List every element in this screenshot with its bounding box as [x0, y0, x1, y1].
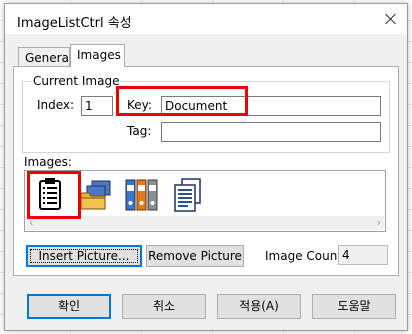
ok-label: 확인 — [57, 299, 81, 313]
help-button[interactable]: 도움말 — [312, 294, 396, 319]
image-count-field: 4 — [338, 245, 388, 265]
binders-icon — [125, 179, 158, 211]
tab-general-label: General — [25, 51, 73, 65]
image-item-3[interactable] — [122, 175, 162, 215]
image-count-label: Image Count: — [265, 249, 347, 263]
image-item-4[interactable] — [168, 175, 208, 215]
tag-label: Tag: — [127, 124, 152, 138]
insert-picture-label: Insert Picture... — [38, 249, 130, 263]
remove-picture-label: Remove Picture — [148, 249, 242, 263]
images-label: Images: — [24, 155, 72, 169]
image-item-2[interactable] — [76, 175, 116, 215]
image-highlight-box — [27, 171, 81, 219]
tab-general[interactable]: General — [18, 47, 73, 67]
tab-images[interactable]: Images — [70, 44, 125, 67]
documents-icon — [174, 178, 201, 212]
index-field[interactable]: 1 — [81, 96, 113, 116]
tag-field[interactable] — [161, 122, 381, 142]
tab-images-label: Images — [77, 48, 121, 62]
close-button[interactable] — [379, 7, 403, 31]
scroll-right-icon[interactable]: › — [377, 217, 381, 229]
insert-picture-button[interactable]: Insert Picture... — [26, 245, 142, 267]
key-highlight-box — [116, 86, 248, 116]
cancel-label: 취소 — [152, 299, 176, 313]
ok-button[interactable]: 확인 — [27, 294, 111, 319]
apply-label: 적용(A) — [239, 299, 279, 313]
images-tab-panel: Current Image Index: 1 Key: Document Tag… — [13, 66, 399, 276]
apply-button[interactable]: 적용(A) — [217, 294, 301, 319]
help-label: 도움말 — [337, 299, 371, 313]
folders-icon — [80, 180, 111, 210]
window-title: ImageListCtrl 속성 — [17, 16, 132, 31]
current-image-title: Current Image — [31, 74, 122, 88]
index-label: Index: — [37, 98, 75, 112]
remove-picture-button[interactable]: Remove Picture — [146, 245, 244, 267]
title-bar: ImageListCtrl 속성 — [5, 4, 407, 34]
properties-dialog: ImageListCtrl 속성 General Images Current … — [4, 3, 408, 331]
cancel-button[interactable]: 취소 — [122, 294, 206, 319]
